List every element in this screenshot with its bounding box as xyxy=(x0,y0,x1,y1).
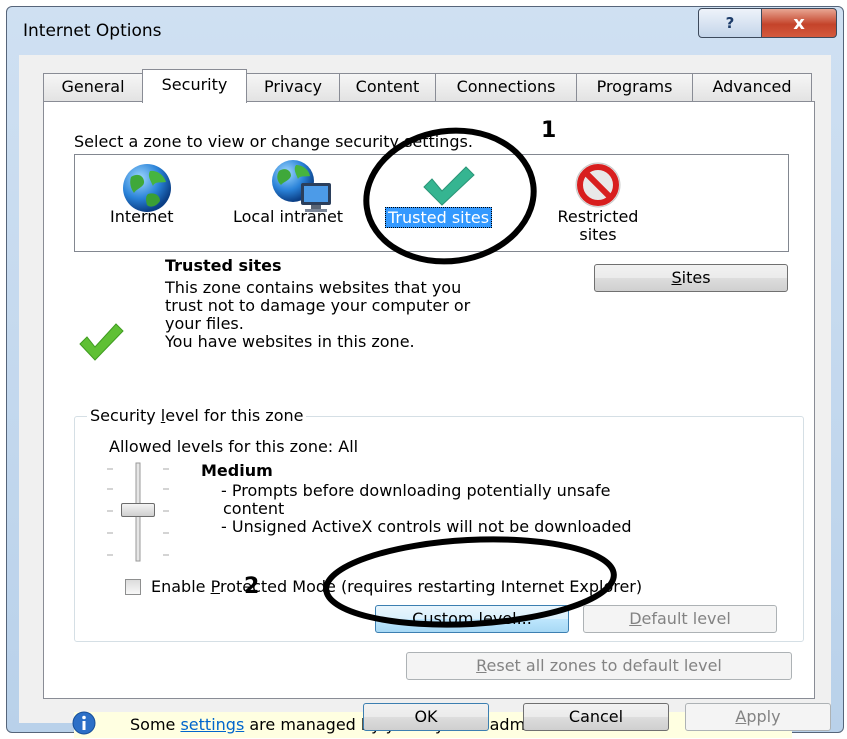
annotation-circle-1 xyxy=(363,127,537,265)
annotation-circle-2 xyxy=(323,536,617,628)
tab-security[interactable]: Security xyxy=(142,69,247,103)
annotation-marker-1: 1 xyxy=(541,118,557,143)
annotation-marker-2: 2 xyxy=(244,574,260,599)
annotation-overlay xyxy=(323,127,617,628)
